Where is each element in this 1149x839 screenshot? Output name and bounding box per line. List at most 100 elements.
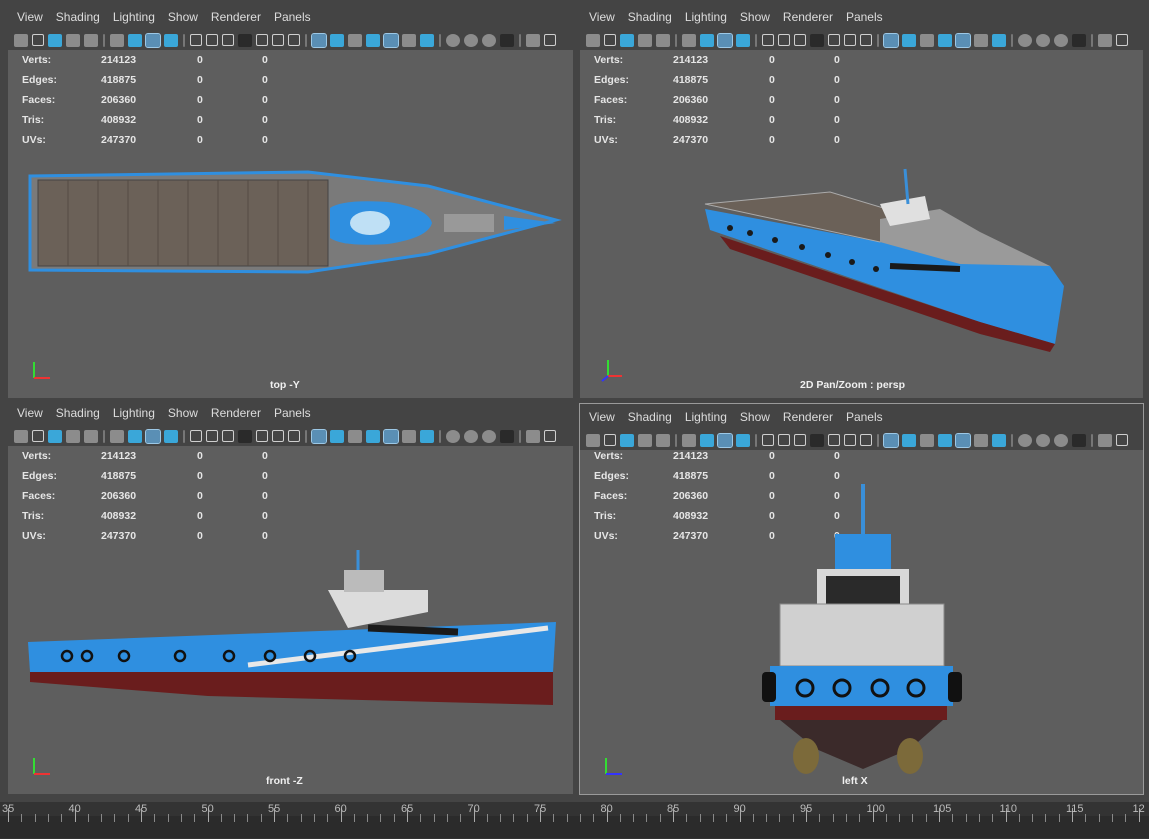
timeline-minor-tick [1018,814,1020,822]
timeline-minor-tick [154,814,156,822]
timeline-minor-tick [646,814,648,822]
timeline-minor-tick [699,814,701,822]
timeline-minor-tick [260,814,262,822]
timeline-minor-tick [486,814,488,822]
timeline-minor-tick [234,814,236,822]
ship-perspective-view [704,168,1064,352]
timeline-minor-tick [127,814,129,822]
timeline-minor-tick [566,814,568,822]
timeline-frame-label: 50 [201,803,214,815]
timeline-minor-tick [513,814,515,822]
timeline-minor-tick [21,814,23,822]
time-slider[interactable]: 35 40 45 50 55 60 65 70 75 80 85 90 95 100 105 110 115 12 [0,802,1149,839]
timeline-minor-tick [327,814,329,822]
timeline-minor-tick [579,814,581,822]
timeline-minor-tick [460,814,462,822]
timeline-minor-tick [353,814,355,822]
timeline-minor-tick [1058,814,1060,822]
camera-label: top -Y [270,379,300,391]
timeline-minor-tick [180,814,182,822]
axis-gizmo-icon [33,362,50,379]
ship-front-view [28,550,556,705]
timeline-minor-tick [194,814,196,822]
timeline-minor-tick [167,814,169,822]
timeline-minor-tick [899,814,901,822]
timeline-minor-tick [247,814,249,822]
timeline-minor-tick [380,814,382,822]
timeline-minor-tick [420,814,422,822]
timeline-minor-tick [553,814,555,822]
timeline-minor-tick [712,814,714,822]
axis-gizmo-icon [601,360,622,382]
camera-label: left X [842,775,868,787]
timeline-minor-tick [912,814,914,822]
timeline-frame-label: 35 [2,803,15,815]
timeline-minor-tick [114,814,116,822]
timeline-minor-tick [1045,814,1047,822]
timeline-minor-tick [779,814,781,822]
timeline-frame-label: 110 [999,803,1018,815]
timeline-minor-tick [101,814,103,822]
timeline-frame-label: 75 [534,803,547,815]
ship-top-view [28,170,562,274]
timeline-minor-tick [220,814,222,822]
timeline-minor-tick [992,814,994,822]
timeline-minor-tick [1111,814,1113,822]
timeline-minor-tick [978,814,980,822]
timeline-minor-tick [313,814,315,822]
timeline-minor-tick [659,814,661,822]
timeline-minor-tick [859,814,861,822]
time-slider-track[interactable] [0,816,1149,838]
timeline-minor-tick [287,814,289,822]
timeline-frame-label: 65 [401,803,414,815]
timeline-minor-tick [593,814,595,822]
timeline-minor-tick [686,814,688,822]
timeline-minor-tick [925,814,927,822]
timeline-minor-tick [819,814,821,822]
timeline-minor-tick [300,814,302,822]
timeline-frame-label: 90 [733,803,746,815]
timeline-frame-label: 85 [667,803,680,815]
timeline-minor-tick [792,814,794,822]
viewport-left[interactable]: View Shading Lighting Show Renderer Pane… [579,403,1144,795]
timeline-minor-tick [367,814,369,822]
timeline-frame-label: 80 [600,803,613,815]
timeline-minor-tick [845,814,847,822]
timeline-frame-label: 100 [866,803,885,815]
timeline-minor-tick [1125,814,1127,822]
timeline-minor-tick [433,814,435,822]
timeline-minor-tick [87,814,89,822]
timeline-minor-tick [965,814,967,822]
timeline-minor-tick [726,814,728,822]
timeline-frame-label: 105 [933,803,952,815]
timeline-frame-label: 60 [334,803,347,815]
timeline-minor-tick [1085,814,1087,822]
camera-label: front -Z [266,775,303,787]
timeline-minor-tick [832,814,834,822]
timeline-minor-tick [1098,814,1100,822]
timeline-minor-tick [393,814,395,822]
timeline-minor-tick [47,814,49,822]
timeline-minor-tick [34,814,36,822]
timeline-minor-tick [752,814,754,822]
timeline-frame-label: 45 [135,803,148,815]
timeline-minor-tick [952,814,954,822]
timeline-minor-tick [766,814,768,822]
timeline-minor-tick [1032,814,1034,822]
viewport-persp[interactable]: View Shading Lighting Show Renderer Pane… [580,4,1143,398]
timeline-minor-tick [500,814,502,822]
timeline-minor-tick [619,814,621,822]
timeline-frame-label: 12 [1132,803,1145,815]
timeline-frame-label: 40 [68,803,81,815]
axis-gizmo-icon [605,758,622,775]
timeline-frame-label: 115 [1066,803,1084,815]
timeline-minor-tick [526,814,528,822]
ship-left-view [762,484,962,774]
timeline-frame-label: 70 [467,803,480,815]
viewport-top[interactable]: View Shading Lighting Show Renderer Pane… [8,4,573,398]
timeline-frame-label: 55 [268,803,281,815]
timeline-minor-tick [61,814,63,822]
timeline-minor-tick [446,814,448,822]
viewport-front[interactable]: View Shading Lighting Show Renderer Pane… [8,400,573,794]
axis-gizmo-icon [33,758,50,775]
